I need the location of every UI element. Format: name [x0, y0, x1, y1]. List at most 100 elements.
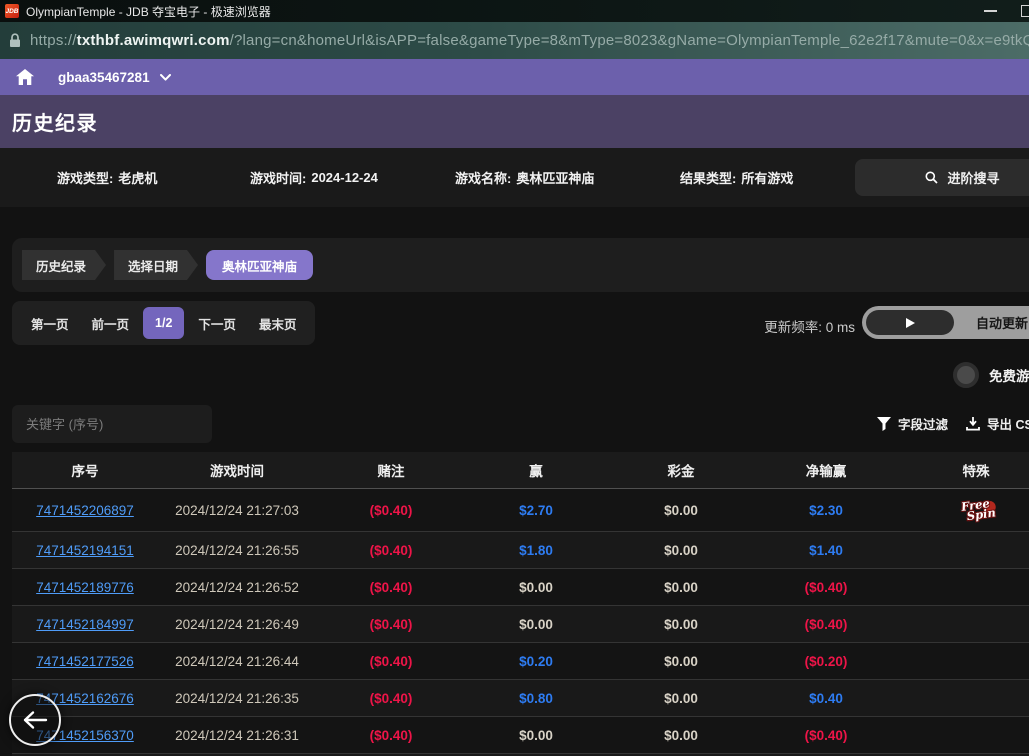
row-jackpot: $0.00	[664, 654, 698, 669]
url-domain: txthbf.awimqwri.com	[77, 32, 230, 49]
row-id-link[interactable]: 7471452184997	[36, 617, 134, 632]
row-id-link[interactable]: 7471452194151	[36, 543, 134, 558]
table-row: 7471452206897 2024/12/24 21:27:03 ($0.40) $…	[12, 489, 1029, 532]
row-net: $1.40	[809, 543, 843, 558]
back-arrow-icon	[22, 710, 48, 730]
filter-game-name[interactable]: 游戏名称: 奥林匹亚神庙	[455, 148, 594, 207]
row-net: ($0.20)	[805, 654, 848, 669]
auto-refresh-toggle[interactable]: 自动更新	[862, 306, 1029, 339]
account-menu[interactable]: gbaa35467281	[58, 70, 171, 85]
row-jackpot: $0.00	[664, 543, 698, 558]
filter-value: 2024-12-24	[311, 170, 378, 185]
table-tools: 字段过滤 导出 CSV	[877, 414, 1029, 433]
row-jackpot: $0.00	[664, 617, 698, 632]
breadcrumb-history[interactable]: 历史纪录	[22, 250, 106, 280]
row-bet: ($0.40)	[370, 691, 413, 706]
row-time: 2024/12/24 21:26:35	[175, 691, 299, 706]
play-knob[interactable]	[866, 310, 954, 335]
row-id-link[interactable]: 7471452189776	[36, 580, 134, 595]
address-bar[interactable]: https://txthbf.awimqwri.com/?lang=cn&hom…	[0, 22, 1029, 59]
row-net: ($0.40)	[805, 617, 848, 632]
row-win: $0.00	[519, 580, 553, 595]
window-titlebar: JDB OlympianTemple - JDB 夺宝电子 - 极速浏览器	[0, 0, 1029, 22]
play-icon	[906, 318, 915, 328]
page-title-bar: 历史纪录	[0, 95, 1029, 148]
advanced-search-button[interactable]: 进阶搜寻	[855, 159, 1029, 196]
table-body: 7471452206897 2024/12/24 21:27:03 ($0.40) $…	[12, 489, 1029, 754]
free-game-radio[interactable]	[953, 362, 979, 388]
row-win: $0.00	[519, 728, 553, 743]
export-csv-button[interactable]: 导出 CSV	[966, 414, 1029, 433]
account-nav-bar: gbaa35467281	[0, 59, 1029, 95]
breadcrumb-game[interactable]: 奥林匹亚神庙	[206, 250, 313, 280]
row-jackpot: $0.00	[664, 580, 698, 595]
pagination: 第一页前一页1/2下一页最末页	[12, 301, 315, 345]
field-filter-button[interactable]: 字段过滤	[877, 414, 948, 433]
filter-value: 奥林匹亚神庙	[516, 168, 594, 187]
current-page-button[interactable]: 1/2	[143, 307, 184, 339]
row-time: 2024/12/24 21:26:52	[175, 580, 299, 595]
row-bet: ($0.40)	[370, 580, 413, 595]
minimize-icon[interactable]	[984, 10, 997, 12]
filter-bar: 游戏类型: 老虎机 游戏时间:2024-12-24 游戏名称: 奥林匹亚神庙 结果类型: 所…	[0, 148, 1029, 207]
row-jackpot: $0.00	[664, 503, 698, 518]
table-row: 7471452177526 2024/12/24 21:26:44 ($0.40) $…	[12, 643, 1029, 680]
breadcrumb-select-date[interactable]: 选择日期	[114, 250, 198, 280]
filter-game-type[interactable]: 游戏类型: 老虎机	[57, 148, 157, 207]
row-win: $1.80	[519, 543, 553, 558]
filter-result-type[interactable]: 结果类型: 所有游戏	[680, 148, 793, 207]
jdb-favicon-icon: JDB	[5, 4, 19, 18]
refresh-rate-label: 更新频率: 0 ms	[752, 316, 855, 336]
next-page-button[interactable]: 下一页	[189, 308, 245, 339]
breadcrumb: 历史纪录选择日期奥林匹亚神庙	[12, 238, 1029, 292]
row-win: $0.00	[519, 617, 553, 632]
column-header: 赢	[466, 452, 606, 488]
table-header: 序号游戏时间赌注赢彩金净输赢特殊	[12, 452, 1029, 489]
download-icon	[966, 417, 980, 431]
row-time: 2024/12/24 21:26:49	[175, 617, 299, 632]
row-id-link[interactable]: 7471452206897	[36, 503, 134, 518]
filter-label: 结果类型:	[680, 168, 736, 187]
column-header: 净输赢	[756, 452, 896, 488]
row-bet: ($0.40)	[370, 503, 413, 518]
row-win: $0.80	[519, 691, 553, 706]
browser-window: JDB OlympianTemple - JDB 夺宝电子 - 极速浏览器 ht…	[0, 0, 1029, 756]
column-header: 游戏时间	[158, 452, 316, 488]
row-net: ($0.40)	[805, 728, 848, 743]
first-page-button[interactable]: 第一页	[22, 308, 78, 339]
home-icon[interactable]	[16, 69, 34, 85]
filter-value: 所有游戏	[741, 168, 793, 187]
filter-value: 老虎机	[118, 168, 157, 187]
maximize-icon[interactable]	[1021, 5, 1029, 17]
row-bet: ($0.40)	[370, 617, 413, 632]
row-bet: ($0.40)	[370, 728, 413, 743]
filter-label: 游戏名称:	[455, 168, 511, 187]
prev-page-button[interactable]: 前一页	[83, 308, 139, 339]
url-text: https://txthbf.awimqwri.com/?lang=cn&hom…	[30, 32, 1029, 49]
table-row: 74714521563702024/12/24 21:26:31($0.40)$…	[12, 717, 1029, 754]
table-row: 7471452184997 2024/12/24 21:26:49 ($0.40) $…	[12, 606, 1029, 643]
row-time: 2024/12/24 21:26:55	[175, 543, 299, 558]
row-id-link[interactable]: 7471452177526	[36, 654, 134, 669]
row-time: 2024/12/24 21:27:03	[175, 503, 299, 518]
search-input[interactable]	[12, 405, 212, 443]
row-win: $0.20	[519, 654, 553, 669]
filter-label: 游戏类型:	[57, 168, 113, 187]
search-icon	[925, 171, 938, 184]
window-title: OlympianTemple - JDB 夺宝电子 - 极速浏览器	[26, 3, 271, 20]
back-button[interactable]	[9, 694, 61, 746]
page-title: 历史纪录	[12, 107, 98, 136]
filter-game-time[interactable]: 游戏时间:2024-12-24	[250, 148, 378, 207]
lock-icon	[9, 33, 21, 48]
column-header: 序号	[12, 452, 158, 488]
account-username: gbaa35467281	[58, 70, 150, 85]
last-page-button[interactable]: 最末页	[250, 308, 306, 339]
row-bet: ($0.40)	[370, 654, 413, 669]
row-time: 2024/12/24 21:26:44	[175, 654, 299, 669]
free-spin-badge: FreeSpin	[956, 497, 996, 522]
row-net: $0.40	[809, 691, 843, 706]
table-row: 74714521626762024/12/24 21:26:35($0.40)$…	[12, 680, 1029, 717]
free-game-filter: 免费游戏	[953, 362, 1029, 388]
column-header: 赌注	[316, 452, 466, 488]
row-net: $2.30	[809, 503, 843, 518]
